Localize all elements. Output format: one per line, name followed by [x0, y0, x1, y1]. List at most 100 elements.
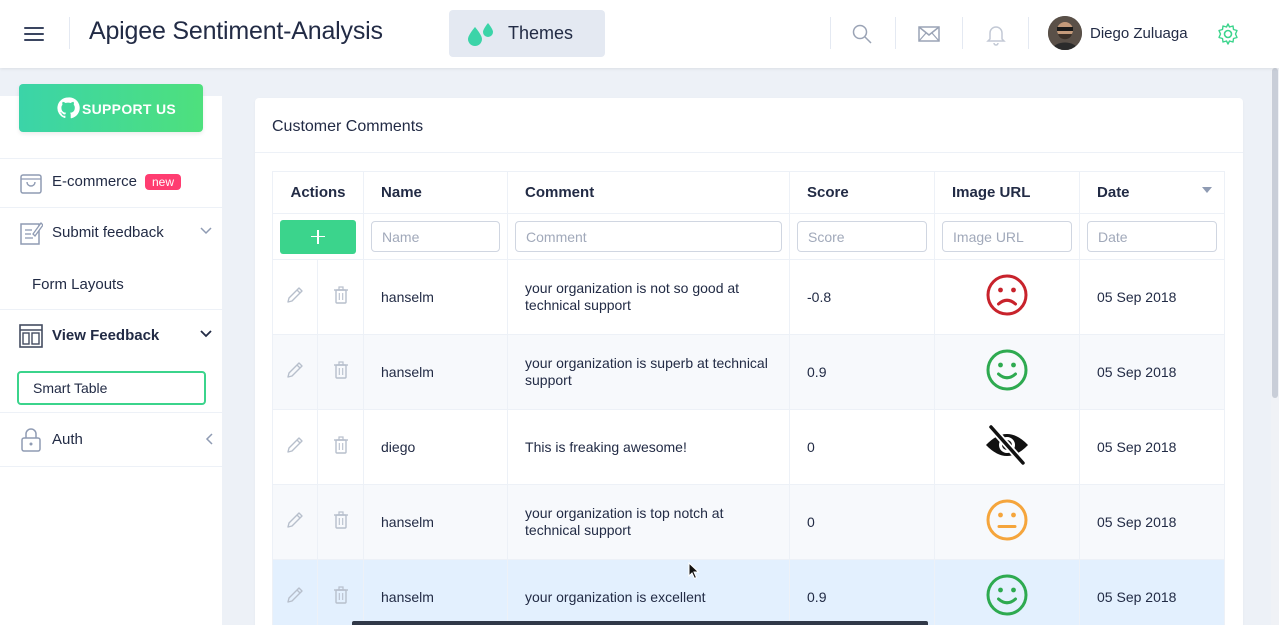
- cell-comment: your organization is not so good at tech…: [507, 259, 791, 335]
- support-us-label: SUPPORT US: [82, 101, 177, 117]
- sidebar-item-form-layouts[interactable]: Form Layouts: [32, 276, 124, 293]
- delete-icon[interactable]: [331, 585, 351, 605]
- name-filter-input[interactable]: [371, 221, 501, 252]
- search-icon[interactable]: [850, 22, 874, 46]
- mail-icon[interactable]: [917, 22, 941, 46]
- cell-image-url: [934, 409, 1081, 485]
- sidebar-item-label: E-commerce: [52, 173, 138, 190]
- column-header-comment[interactable]: Comment: [507, 171, 791, 214]
- cell-name: hanselm: [363, 334, 509, 410]
- cell-date: 05 Sep 2018: [1079, 409, 1226, 485]
- sidebar-item-smart-table[interactable]: Smart Table: [17, 371, 206, 405]
- sort-desc-icon[interactable]: [1202, 187, 1213, 193]
- user-name[interactable]: Diego Zuluaga: [1090, 25, 1188, 42]
- cell-name: hanselm: [363, 259, 509, 335]
- edit-icon[interactable]: [285, 285, 305, 305]
- shopping-bag-icon: [20, 174, 42, 194]
- column-header-actions: Actions: [271, 171, 365, 214]
- sidebar-divider: [0, 309, 222, 310]
- edit-icon[interactable]: [285, 585, 305, 605]
- cell-date: 05 Sep 2018: [1079, 559, 1226, 625]
- new-badge: new: [145, 174, 182, 190]
- delete-icon[interactable]: [331, 510, 351, 530]
- sidebar: SUPPORT US E-commerce new Submit feedbac…: [0, 84, 222, 625]
- vertical-scrollbar[interactable]: [1271, 68, 1279, 625]
- cell-date: 05 Sep 2018: [1079, 259, 1226, 335]
- cell-comment: your organization is top notch at techni…: [507, 484, 791, 560]
- edit-icon[interactable]: [285, 435, 305, 455]
- card-title: Customer Comments: [272, 118, 424, 135]
- cell-image-url: [934, 559, 1081, 625]
- card-divider: [255, 152, 1243, 153]
- sidebar-item-label: Smart Table: [33, 380, 108, 396]
- sad-face-icon: [985, 273, 1029, 321]
- column-header-image-url[interactable]: Image URL: [934, 171, 1081, 214]
- horizontal-scrollbar[interactable]: [352, 621, 928, 625]
- column-header-score[interactable]: Score: [789, 171, 936, 214]
- happy-face-icon: [985, 573, 1029, 621]
- header-divider: [830, 17, 831, 49]
- sidebar-item-ecommerce[interactable]: E-commerce new: [0, 157, 222, 207]
- cell-score: -0.8: [789, 259, 936, 335]
- date-filter-input[interactable]: [1087, 221, 1218, 252]
- cell-score: 0: [789, 484, 936, 560]
- cell-score: 0.9: [789, 334, 936, 410]
- table-row[interactable]: hanselm your organization is not so good …: [272, 259, 1226, 335]
- image-url-filter-input[interactable]: [942, 221, 1073, 252]
- table-row[interactable]: diego This is freaking awesome! 0 05 Sep 20…: [272, 409, 1226, 485]
- cell-comment: This is freaking awesome!: [507, 409, 791, 485]
- bell-icon[interactable]: [984, 22, 1008, 46]
- gear-icon[interactable]: [1216, 22, 1240, 46]
- delete-icon[interactable]: [331, 435, 351, 455]
- cell-name: hanselm: [363, 484, 509, 560]
- sidebar-item-submit-feedback[interactable]: Submit feedback: [0, 208, 222, 258]
- header-divider: [1028, 17, 1029, 49]
- table-row[interactable]: hanselm your organization is superb at te…: [272, 334, 1226, 410]
- header-divider: [962, 17, 963, 49]
- mouse-cursor: [688, 562, 700, 580]
- sidebar-item-view-feedback[interactable]: View Feedback: [0, 311, 222, 361]
- cell-score: 0: [789, 409, 936, 485]
- delete-icon[interactable]: [331, 285, 351, 305]
- cell-date: 05 Sep 2018: [1079, 484, 1226, 560]
- cell-date: 05 Sep 2018: [1079, 334, 1226, 410]
- support-us-button[interactable]: SUPPORT US: [19, 84, 203, 132]
- customer-comments-card: Customer Comments Actions Name Comment S…: [255, 98, 1243, 625]
- header-divider: [895, 17, 896, 49]
- layout-icon: [19, 324, 43, 348]
- sidebar-item-auth[interactable]: Auth: [0, 415, 222, 465]
- edit-icon[interactable]: [285, 360, 305, 380]
- cell-name: diego: [363, 409, 509, 485]
- comment-filter-input[interactable]: [515, 221, 783, 252]
- add-row-button[interactable]: [280, 219, 356, 254]
- themes-button[interactable]: Themes: [449, 10, 605, 57]
- chevron-down-icon: [200, 227, 212, 235]
- edit-icon: [20, 222, 43, 245]
- delete-icon[interactable]: [331, 360, 351, 380]
- table-row[interactable]: hanselm your organization is excellent 0.9…: [272, 559, 1226, 625]
- sidebar-divider: [0, 412, 222, 413]
- sidebar-item-label: View Feedback: [52, 327, 160, 344]
- chevron-left-icon: [205, 433, 213, 445]
- menu-icon[interactable]: [24, 26, 44, 42]
- neutral-face-icon: [985, 498, 1029, 546]
- cell-score: 0.9: [789, 559, 936, 625]
- edit-icon[interactable]: [285, 510, 305, 530]
- scrollbar-thumb[interactable]: [1272, 68, 1278, 398]
- table-header-row: Actions Name Comment Score Image URL Dat…: [271, 171, 1226, 214]
- cell-comment: your organization is excellent: [507, 559, 791, 625]
- score-filter-input[interactable]: [797, 221, 928, 252]
- avatar[interactable]: [1048, 16, 1082, 50]
- happy-face-icon: [985, 348, 1029, 396]
- top-header: Apigee Sentiment-Analysis Themes Diego Z: [0, 0, 1279, 68]
- column-header-date[interactable]: Date: [1079, 171, 1226, 214]
- column-header-name[interactable]: Name: [363, 171, 509, 214]
- eye-off-icon: [983, 423, 1031, 471]
- drops-icon: [468, 23, 493, 46]
- cell-image-url: [934, 259, 1081, 335]
- table-row[interactable]: hanselm your organization is top notch at…: [272, 484, 1226, 560]
- github-icon: [57, 97, 80, 119]
- themes-label: Themes: [508, 23, 574, 43]
- column-header-date-label: Date: [1097, 184, 1130, 201]
- cell-image-url: [934, 484, 1081, 560]
